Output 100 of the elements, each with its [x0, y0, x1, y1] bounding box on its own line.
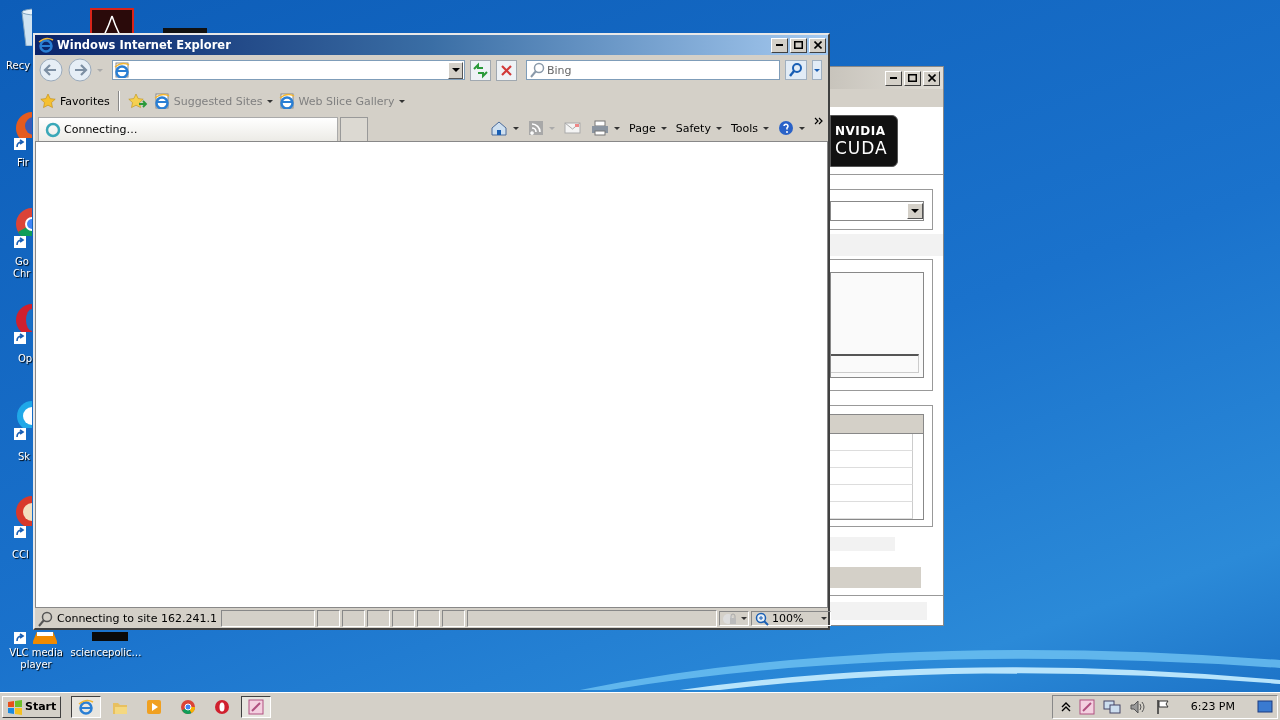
taskbar-button[interactable] [241, 695, 272, 718]
close-icon [927, 74, 936, 82]
ie-logo-icon [38, 37, 54, 53]
chrome-icon [180, 698, 197, 715]
caret-icon [660, 126, 667, 130]
search-options-button[interactable] [812, 60, 822, 80]
status-pane [341, 610, 365, 627]
minimize-icon [890, 77, 897, 79]
icon-label[interactable]: CCl [12, 549, 29, 561]
shortcut-arrow-icon [14, 632, 26, 644]
traffic-cone-icon[interactable] [33, 632, 57, 644]
favorites-button[interactable]: Favorites [40, 93, 110, 109]
logo-text: CUDA [835, 138, 889, 158]
help-button[interactable] [778, 120, 805, 136]
icon-label[interactable]: Recy [6, 60, 31, 72]
page-icon [153, 93, 170, 109]
minimize-button[interactable] [771, 37, 788, 53]
shortcut-arrow-icon [14, 526, 26, 538]
start-button[interactable]: Start [2, 695, 62, 718]
chevron-icon[interactable] [814, 117, 824, 127]
address-field[interactable] [112, 60, 465, 80]
logo-text: NVIDIA [835, 124, 887, 138]
icon-label[interactable]: player [0, 659, 72, 671]
feeds-button[interactable] [528, 120, 556, 136]
shortcut-arrow-icon [14, 428, 26, 440]
maximize-button[interactable] [790, 37, 807, 53]
icon-label[interactable]: Fir [17, 157, 29, 169]
zoom-button[interactable]: 100% [750, 611, 831, 626]
dropdown-button[interactable] [907, 203, 923, 219]
refresh-button[interactable] [470, 59, 491, 81]
show-desktop-button[interactable] [1257, 698, 1273, 715]
caret-icon [398, 99, 405, 103]
maximize-button[interactable] [904, 70, 921, 86]
shortcut-arrow-icon [14, 236, 26, 248]
ie-icon [78, 698, 95, 715]
loading-spinner-icon [45, 121, 61, 138]
text-field[interactable] [831, 354, 919, 373]
search-icon [529, 62, 545, 78]
window-title: Windows Internet Explorer [57, 38, 231, 52]
home-icon [490, 120, 509, 136]
caret-icon [715, 126, 722, 130]
mail-button[interactable] [564, 121, 583, 135]
caret-icon [614, 126, 621, 130]
show-hidden-icons-button[interactable] [1060, 700, 1071, 713]
home-button[interactable] [490, 120, 520, 136]
lock-icon [721, 611, 738, 626]
add-favorites-button[interactable] [127, 93, 148, 109]
print-button[interactable] [591, 120, 621, 136]
icon-label[interactable]: Chr [13, 268, 31, 280]
close-icon [813, 41, 822, 49]
menu-button[interactable]: Safety [675, 121, 722, 135]
flag-icon[interactable] [1154, 698, 1171, 715]
acrobat-icon[interactable] [90, 8, 134, 33]
network-icon[interactable] [1102, 698, 1121, 715]
shortcut-arrow-icon [14, 332, 26, 344]
page-icon [114, 62, 130, 78]
maximize-icon [908, 74, 917, 82]
minimize-button[interactable] [885, 70, 902, 86]
icon-label[interactable]: VLC media [0, 647, 72, 659]
icon-label[interactable]: sciencepolic… [70, 647, 142, 659]
icon-label[interactable]: Sk [18, 451, 31, 463]
shortcut-arrow-icon [14, 138, 26, 150]
clock[interactable]: 6:23 PM [1190, 700, 1235, 713]
menu-button[interactable]: Page [629, 121, 667, 135]
stop-button[interactable] [496, 59, 517, 81]
app-tray-icon[interactable] [1078, 698, 1095, 715]
dropdown[interactable] [830, 201, 924, 221]
printer-icon [591, 120, 610, 136]
status-text: Connecting to site 162.241.1 [56, 612, 218, 625]
app-icon [248, 698, 265, 715]
close-button[interactable] [923, 70, 940, 86]
security-button[interactable] [718, 611, 749, 626]
caret-icon [763, 126, 769, 130]
caret-icon [513, 126, 520, 130]
close-button[interactable] [809, 37, 826, 53]
help-icon [778, 120, 794, 136]
status-pane [316, 610, 340, 627]
back-button[interactable] [39, 58, 63, 82]
windows-logo-icon [7, 698, 23, 715]
taskbar-button[interactable] [71, 695, 102, 718]
volume-icon[interactable] [1128, 698, 1147, 715]
status-pane [366, 610, 390, 627]
caret-icon [799, 126, 805, 130]
list-box[interactable] [830, 272, 924, 378]
forward-button[interactable] [68, 58, 92, 82]
status-pane [391, 610, 415, 627]
feed-icon [528, 120, 545, 136]
icon-label[interactable]: Op [18, 353, 33, 365]
dropdown-button[interactable] [448, 61, 463, 79]
search-button[interactable] [785, 60, 807, 80]
search-field[interactable]: Bing [526, 60, 780, 80]
caret-icon [820, 617, 827, 620]
caret-icon [740, 617, 747, 620]
zoom-icon [754, 611, 769, 626]
icon-label[interactable]: Go [15, 256, 29, 268]
page-icon [278, 93, 295, 109]
browser-tab[interactable]: Connecting… [38, 117, 338, 141]
menu-button[interactable]: Tools [730, 121, 769, 135]
minimize-icon [776, 44, 783, 46]
search-icon [37, 610, 53, 627]
